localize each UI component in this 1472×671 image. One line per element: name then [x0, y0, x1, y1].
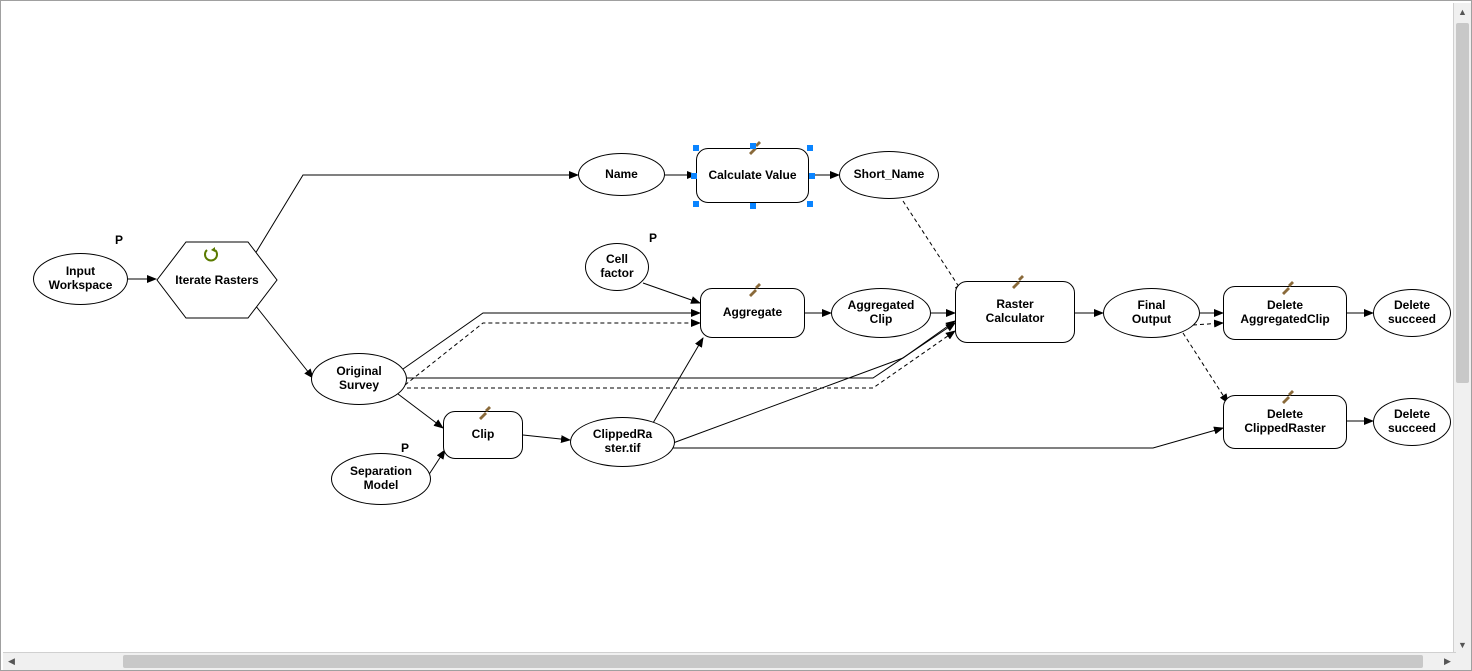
- hammer-icon: [1280, 281, 1294, 295]
- node-label: Original Survey: [336, 365, 381, 393]
- iterator-loop-icon: [203, 246, 219, 262]
- tool-node-calculate-value[interactable]: Calculate Value: [696, 148, 809, 203]
- node-label: Raster Calculator: [986, 298, 1045, 326]
- scroll-down-arrow-icon[interactable]: ▼: [1454, 636, 1471, 653]
- hammer-icon: [1280, 390, 1294, 404]
- selection-handle[interactable]: [691, 173, 697, 179]
- selection-handle[interactable]: [809, 173, 815, 179]
- node-label: Input Workspace: [49, 265, 113, 293]
- param-marker: P: [115, 233, 123, 247]
- data-node-clipped-raster[interactable]: ClippedRa ster.tif: [570, 417, 675, 467]
- node-label: Cell factor: [600, 253, 633, 281]
- node-label: Name: [605, 168, 638, 182]
- selection-handle[interactable]: [807, 201, 813, 207]
- node-label: ClippedRa ster.tif: [593, 428, 652, 456]
- scrollbar-corner: [1454, 653, 1471, 670]
- node-label: Aggregated Clip: [848, 299, 915, 327]
- data-node-delete-succeed-1[interactable]: Delete succeed: [1373, 289, 1451, 337]
- horizontal-scroll-thumb[interactable]: [123, 655, 1423, 668]
- node-label: Delete ClippedRaster: [1244, 408, 1325, 436]
- scroll-left-arrow-icon[interactable]: ◀: [3, 653, 20, 670]
- hammer-icon: [477, 406, 491, 420]
- node-label: Clip: [472, 428, 495, 442]
- data-node-short-name[interactable]: Short_Name: [839, 151, 939, 199]
- node-label: Short_Name: [854, 168, 925, 182]
- node-label: Aggregate: [723, 306, 782, 320]
- node-label: Delete AggregatedClip: [1240, 299, 1329, 327]
- vertical-scroll-thumb[interactable]: [1456, 23, 1469, 383]
- param-marker: P: [649, 231, 657, 245]
- horizontal-scrollbar[interactable]: ◀ ▶: [3, 652, 1456, 670]
- data-node-separation-model[interactable]: Separation Model: [331, 453, 431, 505]
- node-label: Final Output: [1132, 299, 1171, 327]
- hammer-icon: [1010, 275, 1024, 289]
- selection-handle[interactable]: [693, 145, 699, 151]
- selection-handle[interactable]: [693, 201, 699, 207]
- selection-handle[interactable]: [750, 143, 756, 149]
- selection-handle[interactable]: [807, 145, 813, 151]
- node-label: Delete succeed: [1388, 299, 1436, 327]
- selection-handle[interactable]: [750, 203, 756, 209]
- scroll-up-arrow-icon[interactable]: ▲: [1454, 3, 1471, 20]
- data-node-delete-succeed-2[interactable]: Delete succeed: [1373, 398, 1451, 446]
- data-node-final-output[interactable]: Final Output: [1103, 288, 1200, 338]
- param-marker: P: [401, 441, 409, 455]
- model-builder-window: P Input Workspace Iterate Rasters Name C…: [0, 0, 1472, 671]
- tool-node-raster-calculator[interactable]: Raster Calculator: [955, 281, 1075, 343]
- data-node-original-survey[interactable]: Original Survey: [311, 353, 407, 405]
- data-node-name[interactable]: Name: [578, 153, 665, 196]
- node-label: Separation Model: [350, 465, 412, 493]
- diagram-canvas[interactable]: P Input Workspace Iterate Rasters Name C…: [3, 3, 1456, 653]
- data-node-input-workspace[interactable]: Input Workspace: [33, 253, 128, 305]
- data-node-aggregated-clip[interactable]: Aggregated Clip: [831, 288, 931, 338]
- node-label: Delete succeed: [1388, 408, 1436, 436]
- data-node-cell-factor[interactable]: Cell factor: [585, 243, 649, 291]
- hammer-icon: [747, 283, 761, 297]
- node-label: Calculate Value: [708, 169, 796, 183]
- vertical-scrollbar[interactable]: ▲ ▼: [1453, 3, 1471, 653]
